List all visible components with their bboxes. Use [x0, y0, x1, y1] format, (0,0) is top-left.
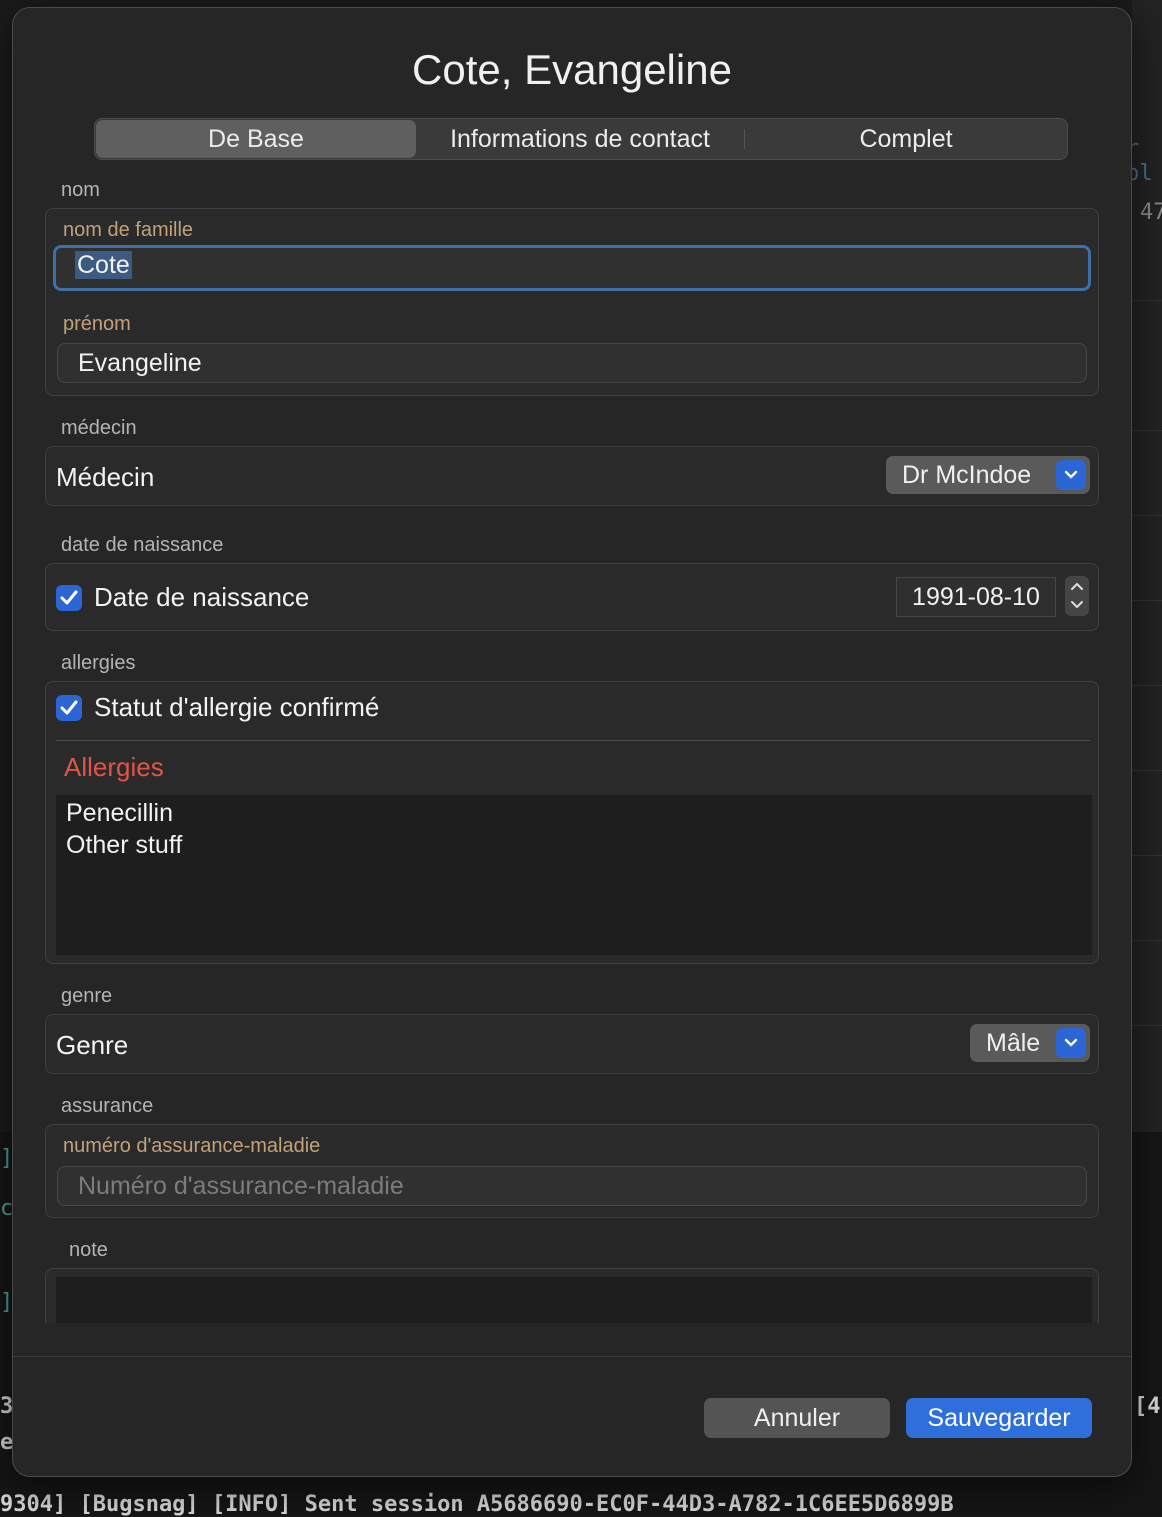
name-group: nom de famille Cote prénom Evangeline — [45, 208, 1099, 396]
save-button[interactable]: Sauvegarder — [906, 1398, 1092, 1438]
allergies-textarea[interactable]: Penecillin Other stuff — [56, 795, 1092, 955]
doctor-row-label: Médecin — [56, 462, 155, 492]
footer-divider — [13, 1356, 1131, 1357]
note-textarea[interactable] — [56, 1277, 1092, 1323]
insurance-group: numéro d'assurance-maladie Numéro d'assu… — [45, 1124, 1099, 1218]
dob-date-field[interactable]: 1991-08-10 — [896, 577, 1056, 617]
dob-checkbox-label: Date de naissance — [94, 582, 310, 612]
first-name-caption: prénom — [63, 313, 131, 335]
dob-stepper[interactable] — [1065, 576, 1089, 616]
note-group — [45, 1268, 1099, 1323]
patient-edit-sheet: Cote, Evangeline De Base Informations de… — [12, 7, 1132, 1477]
sheet-title: Cote, Evangeline — [412, 46, 732, 93]
last-name-value: Cote — [75, 251, 132, 279]
gender-popup-value: Mâle — [986, 1029, 1041, 1057]
form-scroll-area[interactable]: nom nom de famille Cote prénom Evangelin… — [13, 173, 1131, 1323]
last-name-field[interactable]: Cote — [53, 245, 1091, 291]
section-label-doctor: médecin — [61, 417, 137, 439]
section-label-name: nom — [61, 179, 100, 201]
first-name-field[interactable]: Evangeline — [57, 343, 1087, 383]
dob-group: Date de naissance 1991-08-10 — [45, 563, 1099, 631]
gender-group: Genre Mâle — [45, 1014, 1099, 1074]
chevron-down-icon[interactable] — [1070, 599, 1084, 611]
section-label-note: note — [69, 1239, 108, 1261]
tab-control: De Base Informations de contact Complet — [94, 118, 1068, 160]
dob-checkbox[interactable] — [56, 585, 82, 611]
allergies-title: Allergies — [64, 752, 164, 782]
last-name-caption: nom de famille — [63, 219, 194, 241]
section-label-allergies: allergies — [61, 652, 136, 674]
allergy-line: Other stuff — [66, 831, 183, 859]
allergy-confirmed-label: Statut d'allergie confirmé — [94, 692, 380, 722]
allergy-line: Penecillin — [66, 799, 174, 827]
insurance-number-placeholder: Numéro d'assurance-maladie — [78, 1172, 404, 1200]
chevron-down-icon — [1056, 460, 1086, 490]
allergies-group: Statut d'allergie confirmé Allergies Pen… — [45, 681, 1099, 964]
gender-popup[interactable]: Mâle — [970, 1024, 1090, 1062]
doctor-group: Médecin Dr McIndoe — [45, 446, 1099, 506]
allergy-confirmed-checkbox[interactable] — [56, 695, 82, 721]
tab-contact-info[interactable]: Informations de contact — [417, 119, 743, 159]
insurance-number-field[interactable]: Numéro d'assurance-maladie — [57, 1166, 1087, 1206]
doctor-popup[interactable]: Dr McIndoe — [886, 456, 1090, 494]
chevron-up-icon[interactable] — [1070, 580, 1084, 592]
chevron-down-icon — [1056, 1028, 1086, 1058]
insurance-number-caption: numéro d'assurance-maladie — [63, 1135, 321, 1157]
section-label-insurance: assurance — [61, 1095, 154, 1117]
background-log-line: 9304] [Bugsnag] [INFO] Sent session A568… — [0, 1492, 954, 1517]
tab-complete[interactable]: Complet — [745, 119, 1067, 159]
gender-row-label: Genre — [56, 1030, 129, 1060]
tab-basic[interactable]: De Base — [96, 120, 416, 158]
doctor-popup-value: Dr McIndoe — [902, 461, 1032, 489]
background-text-fragment: [47 — [1134, 1394, 1162, 1419]
background-text-fragment: 47 — [1140, 200, 1162, 225]
section-label-gender: genre — [61, 985, 113, 1007]
section-label-dob: date de naissance — [61, 534, 224, 556]
cancel-button[interactable]: Annuler — [704, 1398, 890, 1438]
allergies-divider — [56, 740, 1090, 741]
